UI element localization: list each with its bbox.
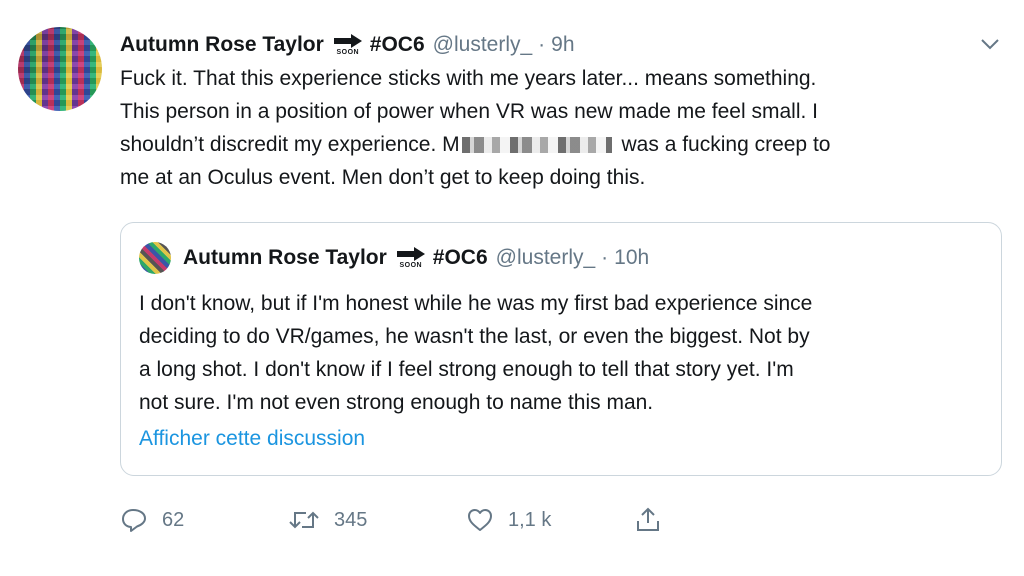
share-icon <box>637 507 659 531</box>
soon-arrow-emoji: SOON <box>396 247 425 269</box>
arrow-right-icon <box>396 247 425 261</box>
retweet-count: 345 <box>334 508 368 531</box>
quoted-handle: @lusterly_ <box>495 246 596 269</box>
action-bar: 62 345 1,1 k <box>120 502 662 538</box>
author-handle[interactable]: @lusterly_ <box>433 33 533 57</box>
arrow-right-icon <box>333 34 362 48</box>
soon-label: SOON <box>399 262 423 269</box>
reply-button[interactable]: 62 <box>120 507 288 533</box>
quoted-timestamp: 10h <box>614 246 650 269</box>
soon-arrow-emoji: SOON <box>333 34 362 56</box>
quoted-author-name: Autumn Rose Taylor <box>183 246 387 269</box>
timestamp[interactable]: 9h <box>551 33 574 57</box>
like-count: 1,1 k <box>508 508 552 531</box>
tweet-line: shouldn’t discredit my experience. M was… <box>120 128 1000 161</box>
tweet-line: This person in a position of power when … <box>120 100 818 123</box>
show-thread-link[interactable]: Afficher cette discussion <box>139 427 365 451</box>
like-button[interactable]: 1,1 k <box>466 507 634 533</box>
tweet: Autumn Rose Taylor SOON #OC6 @lusterly_ … <box>0 0 1024 576</box>
quoted-avatar <box>139 242 171 274</box>
tweet-line: Fuck it. That this experience sticks wit… <box>120 67 817 90</box>
author-avatar[interactable] <box>18 27 102 111</box>
retweet-button[interactable]: 345 <box>288 507 466 533</box>
quoted-line: not sure. I'm not even strong enough to … <box>139 391 654 414</box>
chevron-down-icon[interactable] <box>978 34 1002 54</box>
reply-count: 62 <box>162 508 185 531</box>
tweet-line-part: shouldn’t discredit my experience. <box>120 133 437 156</box>
quoted-tweet[interactable]: Autumn Rose Taylor SOON #OC6 @lusterly_ … <box>120 222 1002 476</box>
author-name[interactable]: Autumn Rose Taylor <box>120 33 324 57</box>
soon-label: SOON <box>336 49 360 56</box>
quoted-text: I don't know, but if I'm honest while he… <box>139 287 985 419</box>
quoted-line: deciding to do VR/games, he wasn't the l… <box>139 325 810 348</box>
redacted-prefix: M <box>442 133 460 156</box>
tweet-text: Fuck it. That this experience sticks wit… <box>120 62 1000 194</box>
quoted-header: Autumn Rose Taylor SOON #OC6 @lusterly_ … <box>139 242 650 274</box>
quoted-line: a long shot. I don't know if I feel stro… <box>139 358 794 381</box>
tweet-header: Autumn Rose Taylor SOON #OC6 @lusterly_ … <box>120 30 575 60</box>
separator: · <box>601 246 609 269</box>
tweet-line-part: was a fucking creep to <box>621 133 831 156</box>
quoted-hashtag: #OC6 <box>432 246 488 269</box>
retweet-icon <box>289 511 319 529</box>
separator: · <box>538 33 546 56</box>
share-button[interactable] <box>634 506 662 534</box>
hashtag[interactable]: #OC6 <box>370 33 425 57</box>
reply-icon <box>122 509 146 532</box>
quoted-line: I don't know, but if I'm honest while he… <box>139 292 813 315</box>
tweet-line: me at an Oculus event. Men don’t get to … <box>120 166 646 189</box>
redacted-name <box>461 137 612 154</box>
like-icon <box>468 509 492 531</box>
